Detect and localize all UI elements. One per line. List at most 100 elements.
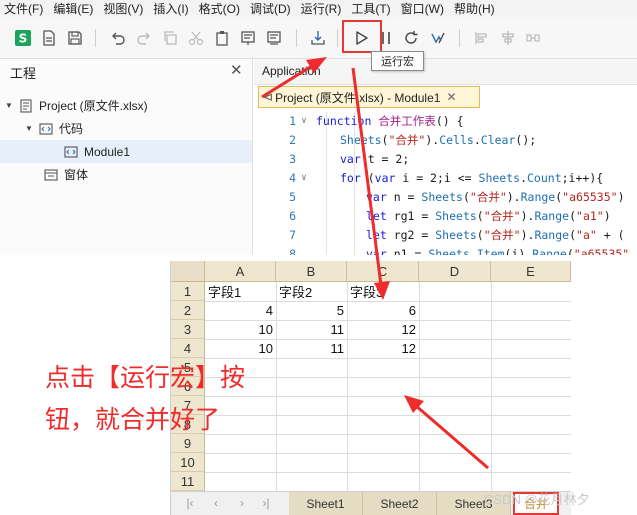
run-macro-tooltip: 运行宏 bbox=[371, 51, 424, 71]
module-icon bbox=[64, 145, 78, 159]
reset-icon[interactable] bbox=[402, 29, 420, 47]
comment-block-icon[interactable] bbox=[239, 29, 257, 47]
gridline bbox=[205, 453, 571, 454]
redo-icon[interactable] bbox=[135, 29, 153, 47]
row-header[interactable]: 3 bbox=[171, 320, 205, 339]
menu-run[interactable]: 运行(R) bbox=[296, 0, 347, 17]
row-header[interactable]: 10 bbox=[171, 453, 205, 472]
design-mode-icon[interactable] bbox=[429, 29, 447, 47]
annotation-line: 钮，就合并好了 bbox=[45, 405, 221, 434]
application-panel-header: Application bbox=[254, 59, 637, 85]
uncomment-block-icon[interactable] bbox=[265, 29, 283, 47]
tree-item-module1[interactable]: Module1 bbox=[0, 140, 252, 163]
line-number: 6 bbox=[289, 209, 296, 223]
tree-item-label: 代码 bbox=[59, 122, 84, 136]
close-icon[interactable]: ✕ bbox=[446, 90, 456, 104]
code-folder-icon bbox=[39, 122, 53, 136]
align-center-icon[interactable] bbox=[499, 29, 517, 47]
cell-a3[interactable]: 10 bbox=[205, 320, 276, 339]
column-header[interactable]: E bbox=[491, 261, 571, 282]
code-line: 3 var t = 2; bbox=[254, 150, 637, 168]
menu-file[interactable]: 文件(F) bbox=[0, 0, 48, 17]
cell-a1[interactable]: 字段1 bbox=[205, 282, 276, 301]
fold-icon[interactable]: ∨ bbox=[296, 116, 312, 126]
select-all-corner[interactable] bbox=[171, 261, 205, 282]
row-header[interactable]: 4 bbox=[171, 339, 205, 358]
menu-help[interactable]: 帮助(H) bbox=[449, 0, 500, 17]
menu-window[interactable]: 窗口(W) bbox=[396, 0, 449, 17]
new-document-icon[interactable] bbox=[40, 29, 58, 47]
tab-label: Project (原文件.xlsx) - Module1 bbox=[275, 90, 441, 105]
menu-edit[interactable]: 编辑(E) bbox=[48, 0, 98, 17]
save-icon[interactable] bbox=[66, 29, 84, 47]
row-header[interactable]: 11 bbox=[171, 472, 205, 491]
column-header[interactable]: C bbox=[347, 261, 419, 282]
cell-c3[interactable]: 12 bbox=[347, 320, 419, 339]
cell-c1[interactable]: 字段3 bbox=[347, 282, 419, 301]
menu-insert[interactable]: 插入(I) bbox=[148, 0, 193, 17]
next-sheet-icon[interactable]: › bbox=[235, 495, 249, 511]
column-header[interactable]: D bbox=[419, 261, 491, 282]
column-header[interactable]: A bbox=[205, 261, 276, 282]
toolbar-separator bbox=[459, 29, 460, 47]
tab-module1[interactable]: ⊲ Project (原文件.xlsx) - Module1 ✕ bbox=[258, 86, 480, 108]
tree-item-label: Project (原文件.xlsx) bbox=[39, 99, 148, 113]
undo-icon[interactable] bbox=[109, 29, 127, 47]
tree-item-label: 窗体 bbox=[64, 168, 89, 182]
cell-a2[interactable]: 4 bbox=[205, 301, 276, 320]
expand-arrow-icon[interactable]: ▼ bbox=[4, 101, 14, 110]
row-header[interactable]: 2 bbox=[171, 301, 205, 320]
code-line: 8 var n1 = Sheets.Item(i).Range("a65535" bbox=[254, 245, 637, 255]
line-number: 3 bbox=[289, 152, 296, 166]
close-icon[interactable]: ✕ bbox=[230, 61, 243, 79]
cell-b1[interactable]: 字段2 bbox=[276, 282, 347, 301]
tree-item-forms[interactable]: 窗体 bbox=[0, 163, 252, 186]
code-line: 6 let rg1 = Sheets("合并").Range("a1") bbox=[254, 207, 637, 225]
toolbar-separator bbox=[337, 29, 338, 47]
last-sheet-icon[interactable]: ›| bbox=[259, 495, 273, 511]
cut-icon[interactable] bbox=[187, 29, 205, 47]
cell-a4[interactable]: 10 bbox=[205, 339, 276, 358]
cell-b4[interactable]: 11 bbox=[276, 339, 347, 358]
menu-tools[interactable]: 工具(T) bbox=[346, 0, 395, 17]
menu-view[interactable]: 视图(V) bbox=[98, 0, 148, 17]
expand-arrow-icon[interactable]: ▼ bbox=[24, 124, 34, 133]
prev-sheet-icon[interactable]: ‹ bbox=[209, 495, 223, 511]
toolbar: S bbox=[0, 17, 637, 59]
code-line: 7 let rg2 = Sheets("合并").Range("a" + ( bbox=[254, 226, 637, 244]
sheet-tab[interactable]: Sheet2 bbox=[363, 492, 437, 515]
gridline bbox=[491, 282, 492, 491]
paste-icon[interactable] bbox=[213, 29, 231, 47]
tree-item-project[interactable]: ▼ Project (原文件.xlsx) bbox=[0, 94, 252, 117]
panel-title: Application bbox=[262, 64, 321, 78]
copy-icon[interactable] bbox=[161, 29, 179, 47]
import-icon[interactable] bbox=[309, 29, 327, 47]
form-icon bbox=[44, 168, 58, 182]
toolbar-separator bbox=[95, 29, 96, 47]
code-editor[interactable]: 1 ∨ function 合并工作表() { 2 Sheets("合并").Ce… bbox=[254, 112, 637, 255]
code-line: 4 ∨ for (var i = 2;i <= Sheets.Count;i++… bbox=[254, 169, 637, 187]
cell-c2[interactable]: 6 bbox=[347, 301, 419, 320]
align-left-icon[interactable] bbox=[473, 29, 491, 47]
jsa-logo-icon[interactable]: S bbox=[14, 29, 32, 47]
cell-b3[interactable]: 11 bbox=[276, 320, 347, 339]
first-sheet-icon[interactable]: |‹ bbox=[183, 495, 197, 511]
menu-bar: 文件(F) 编辑(E) 视图(V) 插入(I) 格式(O) 调试(D) 运行(R… bbox=[0, 0, 637, 17]
line-number: 1 bbox=[289, 114, 296, 128]
menu-format[interactable]: 格式(O) bbox=[194, 0, 245, 17]
menu-debug[interactable]: 调试(D) bbox=[245, 0, 296, 17]
cell-c4[interactable]: 12 bbox=[347, 339, 419, 358]
distribute-icon[interactable] bbox=[524, 29, 542, 47]
fold-icon[interactable]: ∨ bbox=[296, 173, 312, 183]
line-number: 5 bbox=[289, 190, 296, 204]
cell-b2[interactable]: 5 bbox=[276, 301, 347, 320]
line-number: 4 bbox=[289, 171, 296, 185]
row-header[interactable]: 1 bbox=[171, 282, 205, 301]
tree-item-label: Module1 bbox=[84, 144, 131, 159]
line-number: 7 bbox=[289, 228, 296, 242]
tree-item-code[interactable]: ▼ 代码 bbox=[0, 117, 252, 140]
column-header[interactable]: B bbox=[276, 261, 347, 282]
sheet-tab[interactable]: Sheet1 bbox=[289, 492, 363, 515]
code-line: 1 ∨ function 合并工作表() { bbox=[254, 112, 637, 130]
instruction-annotation: 点击【运行宏】按 钮，就合并好了 bbox=[45, 357, 335, 441]
